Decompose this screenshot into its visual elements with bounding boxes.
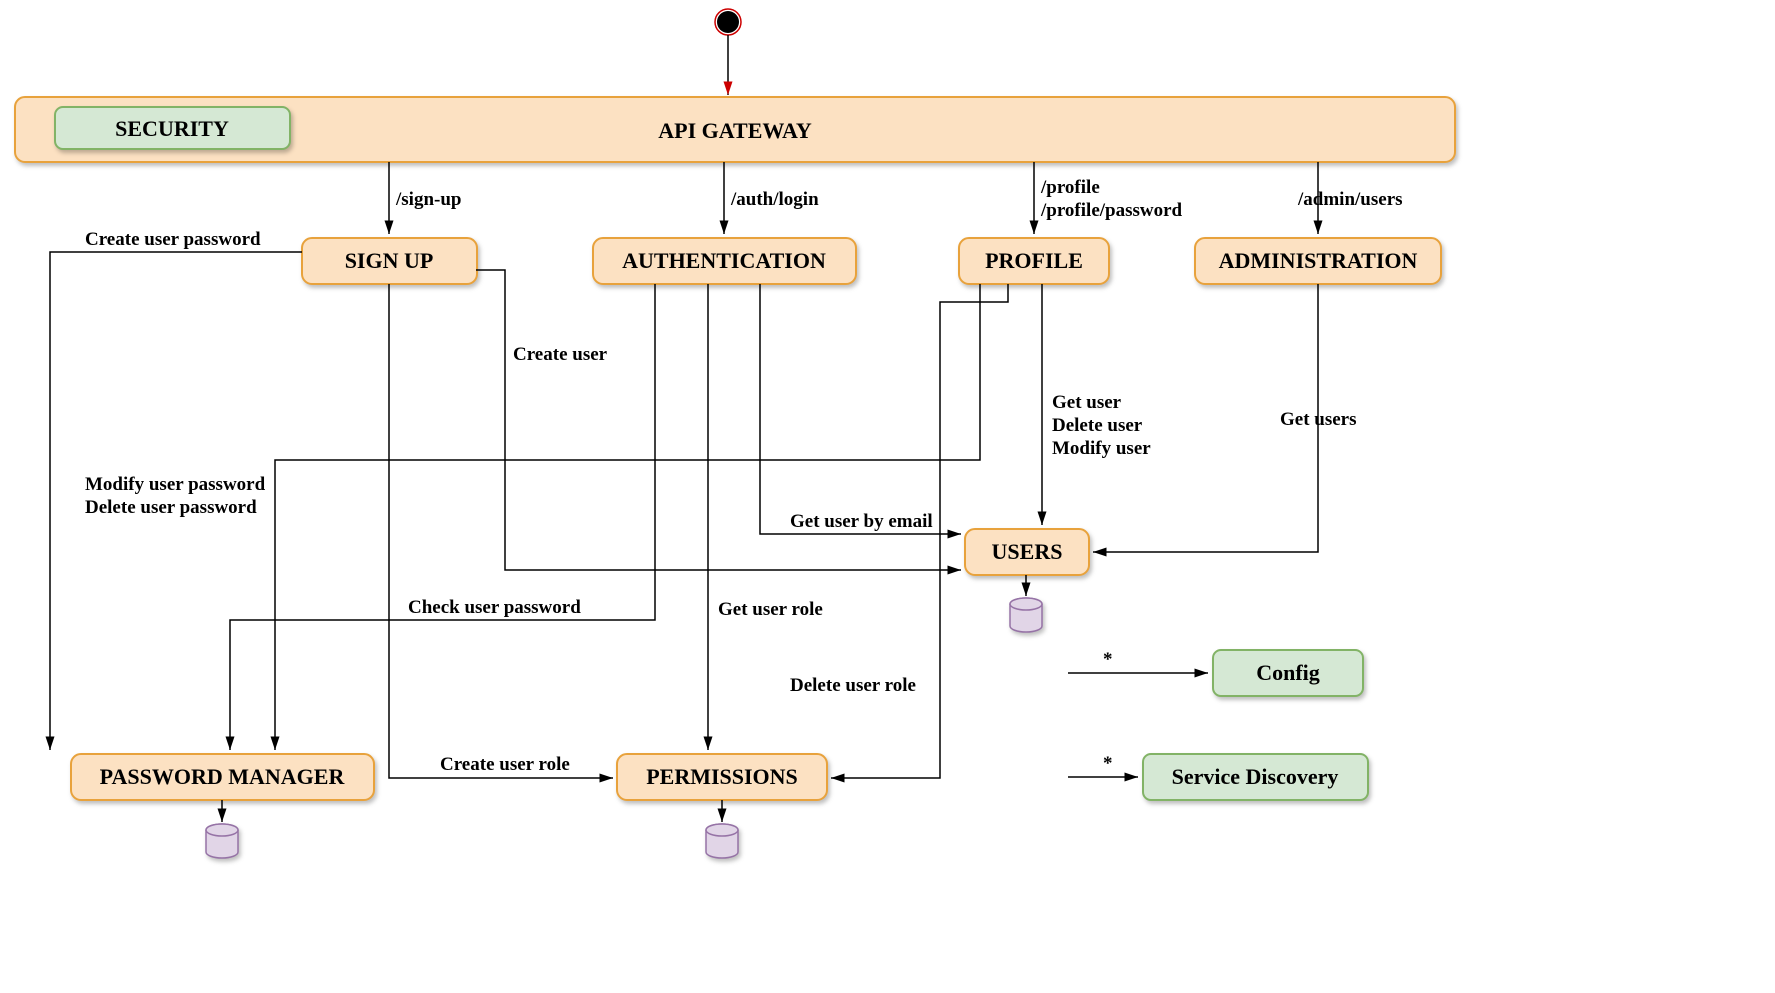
admin-label: ADMINISTRATION bbox=[1219, 248, 1418, 273]
edge-delete-user-pw: Delete user password bbox=[85, 497, 257, 518]
pwmgr-label: PASSWORD MANAGER bbox=[100, 764, 346, 789]
edge-delete-user: Delete user bbox=[1052, 415, 1143, 436]
profile-label: PROFILE bbox=[985, 248, 1083, 273]
edge-admin-route: /admin/users bbox=[1297, 189, 1403, 210]
db-icon-perm bbox=[706, 824, 738, 858]
edge-star-discovery: * bbox=[1103, 753, 1113, 774]
users-label: USERS bbox=[992, 539, 1063, 564]
db-icon-pwmgr bbox=[206, 824, 238, 858]
edge-profile-route2: /profile/password bbox=[1040, 200, 1183, 221]
discovery-label: Service Discovery bbox=[1172, 764, 1339, 789]
edge-star-config: * bbox=[1103, 649, 1113, 670]
svg-text:PERMISSIONS: PERMISSIONS bbox=[646, 764, 798, 789]
edge-delete-user-role: Delete user role bbox=[790, 675, 916, 696]
signup-label: SIGN UP bbox=[345, 248, 434, 273]
edge-get-user-email: Get user by email bbox=[790, 511, 933, 532]
db-icon-users bbox=[1010, 598, 1042, 632]
edge-get-users: Get users bbox=[1280, 409, 1357, 430]
edge-signup-route: /sign-up bbox=[395, 189, 461, 210]
edge-check-user-pw: Check user password bbox=[408, 597, 581, 618]
gateway-label: API GATEWAY bbox=[658, 118, 812, 143]
edge-profile-route1: /profile bbox=[1040, 177, 1100, 198]
edge-auth-route: /auth/login bbox=[730, 189, 819, 210]
config-label: Config bbox=[1256, 660, 1320, 685]
initial-node-icon bbox=[717, 11, 739, 33]
edge-get-user: Get user bbox=[1052, 392, 1122, 413]
edge-create-user-pw: Create user password bbox=[85, 229, 261, 250]
auth-label: AUTHENTICATION bbox=[622, 248, 826, 273]
edge-modify-user-pw: Modify user password bbox=[85, 474, 266, 495]
edge-modify-user: Modify user bbox=[1052, 438, 1151, 459]
edge-create-user: Create user bbox=[513, 344, 608, 365]
edge-get-user-role: Get user role bbox=[718, 599, 823, 620]
edge-create-user-role: Create user role bbox=[440, 754, 570, 775]
security-label: SECURITY bbox=[115, 116, 229, 141]
